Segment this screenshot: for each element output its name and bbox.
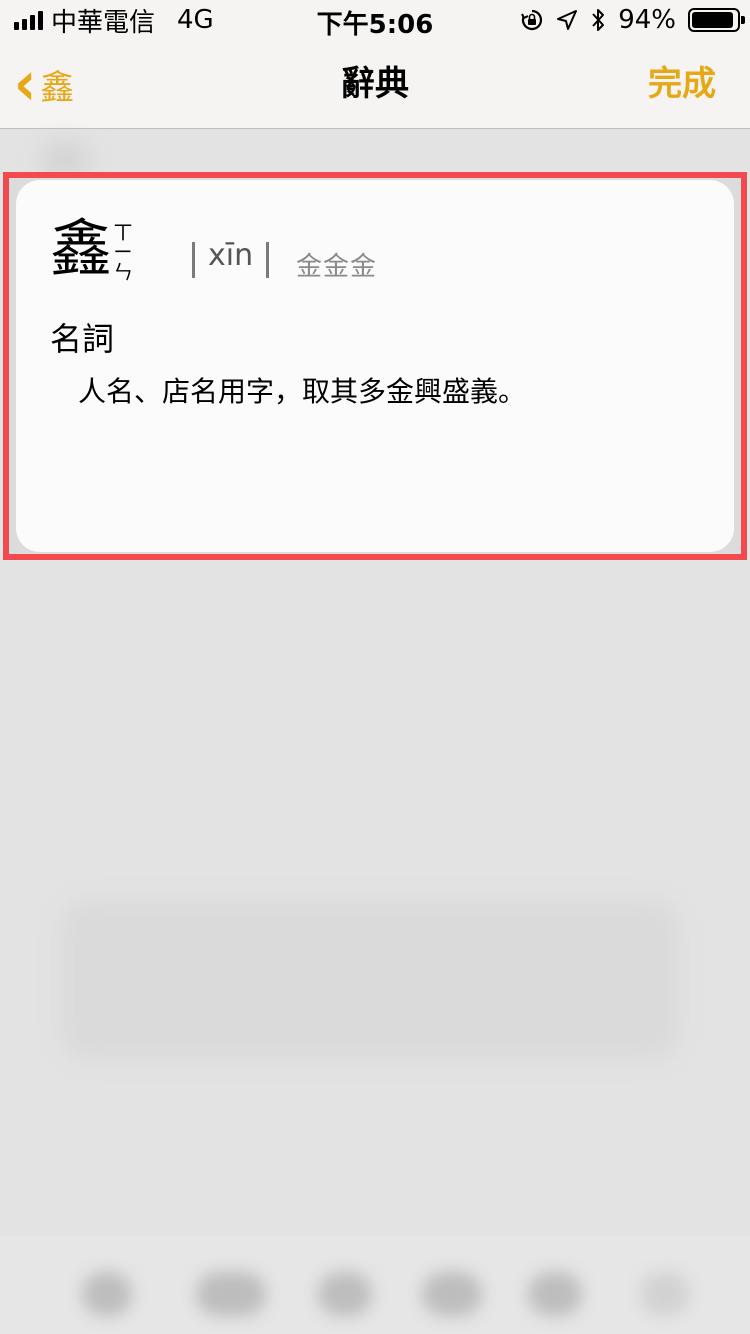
zhuyin: ㄒ ㄧ ㄣ <box>110 222 136 282</box>
pinyin-separator <box>266 242 269 278</box>
bottom-toolbar <box>0 1236 750 1334</box>
toolbar-item <box>196 1272 266 1316</box>
zhuyin-char: ㄧ <box>113 240 133 264</box>
status-right: 94% <box>520 4 745 36</box>
nav-title: 辭典 <box>341 64 409 104</box>
location-icon <box>557 10 578 30</box>
dictionary-card: 鑫 ㄒ ㄧ ㄣ xīn 金金金 名詞 人名、店名用字，取其多金興盛義。 <box>16 180 734 552</box>
variant-characters: 金金金 <box>296 252 378 282</box>
part-of-speech: 名詞 <box>50 320 115 358</box>
toolbar-item <box>640 1272 690 1316</box>
battery-percent: 94% <box>618 5 676 35</box>
toolbar-item <box>422 1272 482 1316</box>
toolbar-item <box>528 1272 582 1316</box>
background-blur <box>60 900 680 1060</box>
battery-icon <box>688 8 745 32</box>
done-button[interactable]: 完成 <box>648 40 716 128</box>
headword: 鑫 <box>50 212 113 285</box>
rotation-lock-icon <box>521 9 543 31</box>
definition-text: 人名、店名用字，取其多金興盛義。 <box>78 375 527 408</box>
status-bar: 中華電信 4G 下午5:06 94% <box>0 0 750 40</box>
bluetooth-icon <box>592 9 605 31</box>
toolbar-item <box>82 1272 132 1316</box>
pinyin: xīn <box>208 238 254 273</box>
zhuyin-char: ㄣ <box>113 260 133 284</box>
zhuyin-char: ㄒ <box>113 220 133 244</box>
toolbar-item <box>318 1272 372 1316</box>
navigation-bar: ‹ 鑫 辭典 完成 <box>0 40 750 129</box>
pinyin-separator <box>192 242 195 278</box>
